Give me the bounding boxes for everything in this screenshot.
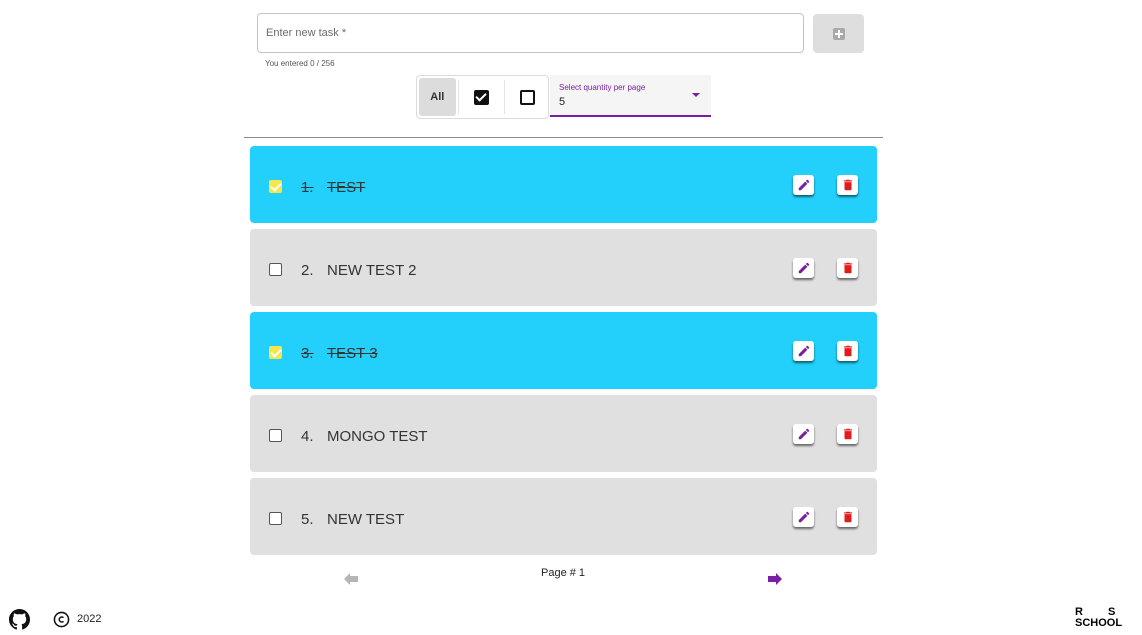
task-item: 3. TEST 3: [250, 312, 877, 389]
filter-active-button[interactable]: [507, 76, 548, 118]
edit-task-button[interactable]: [793, 341, 814, 361]
task-number: 4.: [301, 428, 314, 445]
trash-icon: [843, 262, 852, 274]
github-icon: [9, 609, 30, 630]
pencil-icon: [798, 179, 809, 191]
previous-page-button[interactable]: [344, 572, 358, 590]
add-task-button[interactable]: [813, 14, 864, 53]
copyright-year: 2022: [77, 613, 102, 625]
task-checkbox[interactable]: [269, 180, 282, 193]
add-box-icon: [832, 27, 845, 40]
delete-task-button[interactable]: [837, 258, 858, 278]
task-length-helper: You entered 0 / 256: [265, 59, 335, 68]
page-size-label: Select quantity per page: [559, 83, 646, 92]
delete-task-button[interactable]: [837, 175, 858, 195]
dropdown-arrow-icon: [692, 93, 700, 97]
task-checkbox[interactable]: [269, 512, 282, 525]
edit-task-button[interactable]: [793, 424, 814, 444]
edit-task-button[interactable]: [793, 258, 814, 278]
task-text: TEST 3: [327, 345, 378, 362]
delete-task-button[interactable]: [837, 424, 858, 444]
task-text: NEW TEST 2: [327, 262, 417, 279]
trash-icon: [843, 345, 852, 357]
trash-icon: [843, 179, 852, 191]
task-checkbox[interactable]: [269, 346, 282, 359]
page-size-select[interactable]: Select quantity per page 5: [550, 75, 711, 117]
filter-all-label: All: [430, 91, 445, 103]
task-item: 4. MONGO TEST: [250, 395, 877, 472]
filter-all-button[interactable]: All: [419, 78, 456, 116]
task-number: 1.: [301, 179, 314, 196]
logo-word: SCHOOL: [1075, 617, 1123, 629]
filter-divider: [457, 80, 459, 114]
page-size-value: 5: [559, 96, 566, 108]
edit-task-button[interactable]: [793, 175, 814, 195]
task-checkbox[interactable]: [269, 263, 282, 276]
task-item: 1. TEST: [250, 146, 877, 223]
task-text: NEW TEST: [327, 511, 405, 528]
task-text: TEST: [327, 179, 366, 196]
arrow-left-icon: [344, 573, 358, 585]
delete-task-button[interactable]: [837, 341, 858, 361]
task-list: 1. TEST 2. NEW TEST 2 3. TEST 3 4. MONGO…: [250, 146, 877, 561]
pencil-icon: [798, 511, 809, 523]
rs-school-logo[interactable]: R S SCHOOL: [1074, 606, 1138, 630]
pencil-icon: [798, 345, 809, 357]
arrow-right-icon: [768, 573, 782, 585]
github-link[interactable]: [9, 609, 30, 635]
filter-toggle-group: All: [416, 75, 549, 119]
task-checkbox[interactable]: [269, 429, 282, 442]
task-item: 5. NEW TEST: [250, 478, 877, 555]
delete-task-button[interactable]: [837, 507, 858, 527]
header-divider: [244, 137, 883, 138]
filter-completed-button[interactable]: [461, 76, 502, 118]
trash-icon: [843, 511, 852, 523]
task-number: 2.: [301, 262, 314, 279]
empty-box-icon: [519, 89, 535, 105]
task-text: MONGO TEST: [327, 428, 428, 445]
task-number: 5.: [301, 511, 314, 528]
new-task-field[interactable]: [257, 13, 804, 53]
task-item: 2. NEW TEST 2: [250, 229, 877, 306]
edit-task-button[interactable]: [793, 507, 814, 527]
task-number: 3.: [301, 345, 314, 362]
pencil-icon: [798, 428, 809, 440]
trash-icon: [843, 428, 852, 440]
next-page-button[interactable]: [768, 572, 782, 590]
new-task-input[interactable]: [258, 14, 803, 52]
pencil-icon: [798, 262, 809, 274]
checked-box-icon: [473, 89, 489, 105]
page-indicator: Page # 1: [541, 567, 586, 579]
filter-divider: [503, 80, 505, 114]
